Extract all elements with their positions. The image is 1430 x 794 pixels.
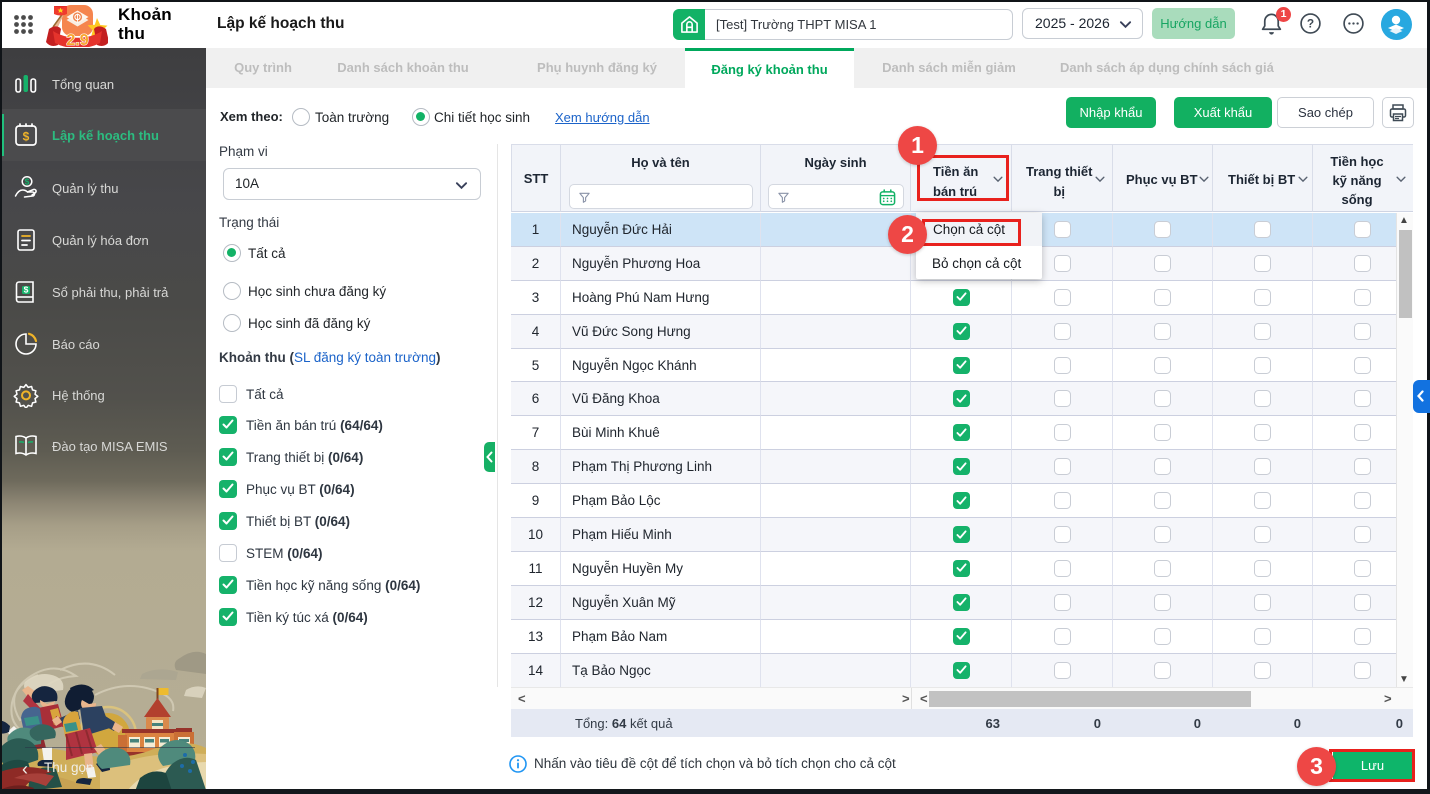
svg-text:$: $	[25, 177, 30, 187]
svg-text:?: ?	[1307, 17, 1314, 31]
svg-text:$: $	[24, 284, 29, 294]
svg-text:$: $	[23, 130, 30, 144]
svg-text:2.9: 2.9	[66, 32, 88, 47]
